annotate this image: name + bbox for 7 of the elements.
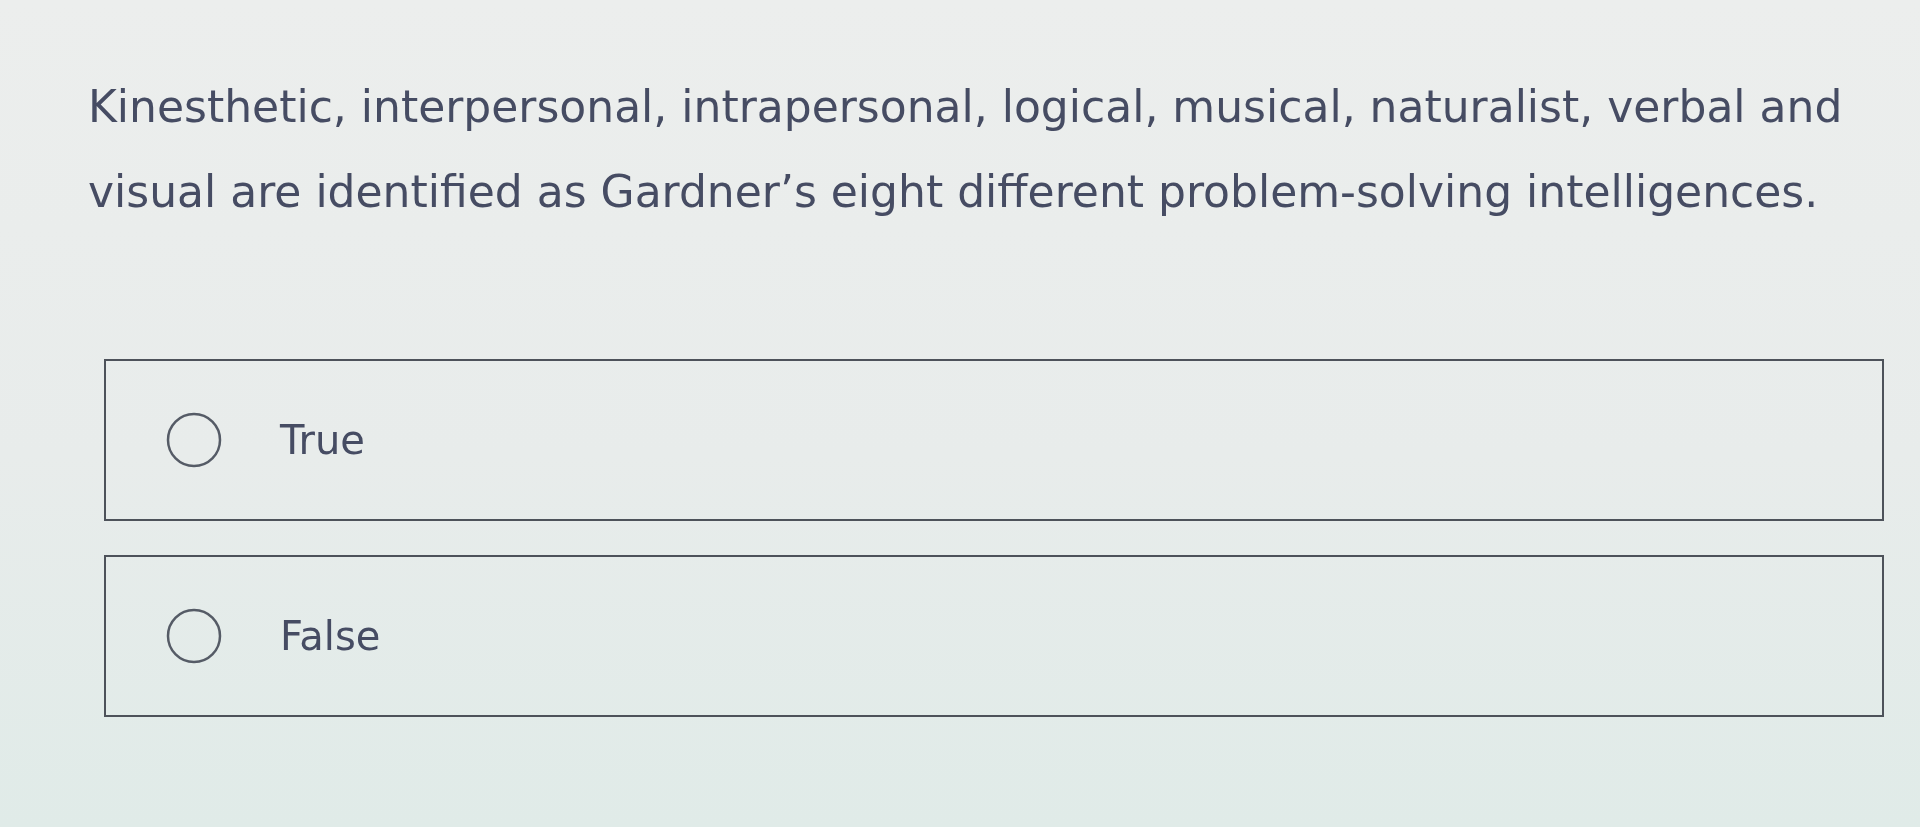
answer-option[interactable]: False: [104, 555, 1884, 717]
option-label: False: [280, 612, 381, 660]
option-label: True: [280, 416, 365, 464]
question-text: Kinesthetic, interpersonal, intrapersonal, logical, musical, naturalist, verbal and visual are identified as Gardner’s eight different problem-solving intelligences.: [88, 80, 1844, 219]
radio-button-icon[interactable]: [166, 608, 222, 664]
radio-button-icon[interactable]: [166, 412, 222, 468]
answer-option[interactable]: True: [104, 359, 1884, 521]
